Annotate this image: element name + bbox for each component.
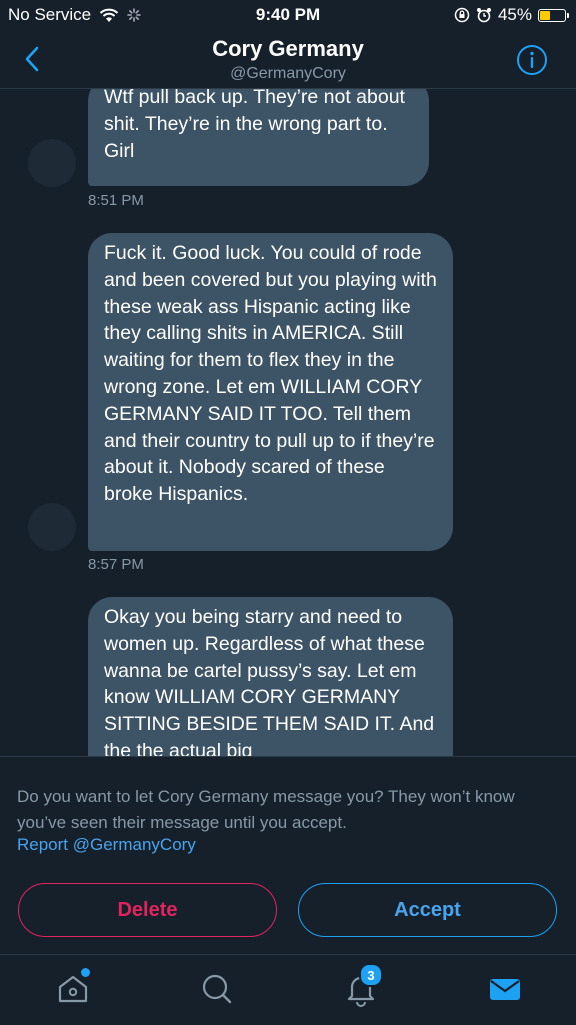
battery-icon (538, 8, 569, 22)
avatar[interactable] (28, 139, 76, 187)
notification-dot (80, 967, 91, 978)
delete-button[interactable]: Delete (18, 883, 277, 937)
alarm-icon (476, 8, 491, 23)
status-right: 45% (454, 5, 569, 25)
tab-home[interactable] (53, 967, 93, 1009)
conversation-title[interactable]: Cory Germany (0, 36, 576, 62)
message-bubble[interactable]: Okay you being starry and need to women … (88, 597, 453, 756)
mail-icon (490, 979, 520, 1000)
battery-tip (567, 12, 569, 18)
message-bubble[interactable]: Wtf pull back up. They’re not about shit… (88, 89, 429, 186)
battery-percent: 45% (497, 5, 532, 24)
status-bar: No Service 9:40 PM 45% (0, 0, 576, 30)
tab-messages[interactable] (485, 969, 525, 1009)
battery-level (540, 10, 550, 20)
message-timestamp: 8:57 PM (88, 556, 144, 573)
tab-search[interactable] (197, 969, 237, 1009)
accept-button[interactable]: Accept (298, 883, 557, 937)
message-list[interactable]: Wtf pull back up. They’re not about shit… (0, 89, 576, 756)
avatar[interactable] (28, 503, 76, 551)
tab-bar: 3 (0, 954, 576, 1025)
message-timestamp: 8:51 PM (88, 192, 144, 209)
notification-badge: 3 (359, 963, 383, 987)
report-link[interactable]: Report @GermanyCory (17, 835, 196, 855)
message-bubble[interactable]: Fuck it. Good luck. You could of rode an… (88, 233, 453, 551)
orientation-lock-icon (454, 7, 470, 23)
conversation-handle[interactable]: @GermanyCory (0, 65, 576, 83)
request-prompt: Do you want to let Cory Germany message … (17, 787, 515, 832)
conversation-header: Cory Germany @GermanyCory (0, 30, 576, 89)
info-icon[interactable] (516, 44, 548, 76)
tab-notifications[interactable]: 3 (341, 963, 383, 1009)
search-icon (202, 974, 232, 1004)
message-request-panel: Do you want to let Cory Germany message … (0, 756, 576, 955)
